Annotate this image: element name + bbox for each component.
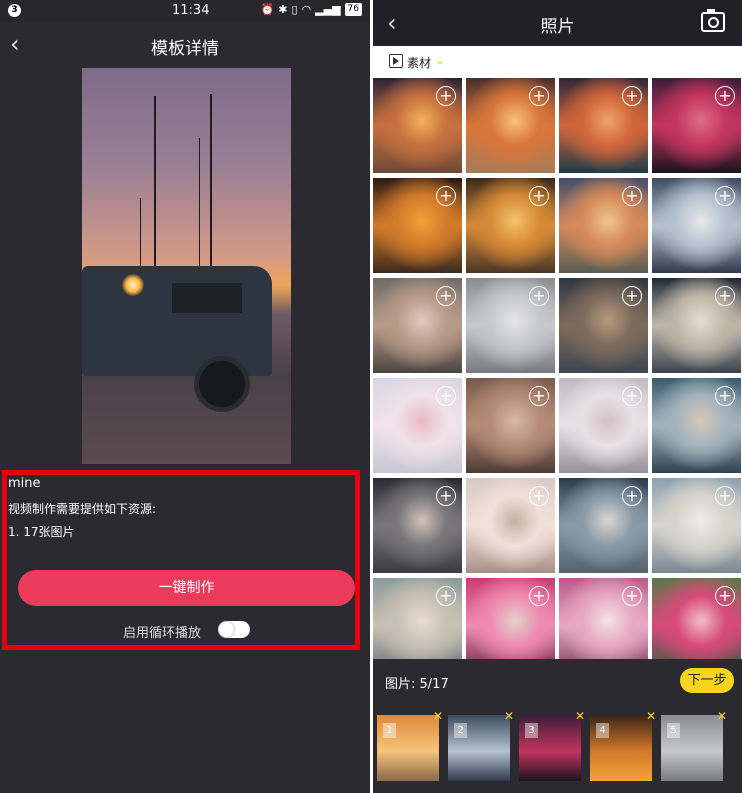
source-label: 素材: [407, 56, 432, 70]
photo-cell[interactable]: +: [466, 278, 555, 373]
photo-cell[interactable]: +: [373, 478, 462, 573]
thumbnail-index: 3: [525, 723, 538, 738]
add-photo-icon[interactable]: +: [622, 586, 642, 606]
remove-icon[interactable]: ✕: [433, 709, 443, 723]
status-bar: 3 11:34 ⏰ ✱ ▯ ◠ ▂▄▆ 76: [0, 0, 370, 22]
add-photo-icon[interactable]: +: [715, 186, 735, 206]
selected-thumbnail[interactable]: 3 ✕: [519, 709, 585, 781]
camera-icon[interactable]: [701, 9, 725, 32]
photo-cell[interactable]: +: [373, 278, 462, 373]
add-photo-icon[interactable]: +: [436, 286, 456, 306]
photo-cell[interactable]: +: [466, 378, 555, 473]
photo-cell[interactable]: +: [652, 278, 741, 373]
video-source-icon: [389, 54, 403, 68]
vibrate-icon: ▯: [291, 3, 298, 16]
add-photo-icon[interactable]: +: [715, 386, 735, 406]
wheel-shape: [194, 356, 250, 412]
alarm-icon: ⏰: [260, 3, 275, 16]
photo-cell[interactable]: +: [466, 478, 555, 573]
highlight-box: [2, 470, 360, 650]
thumbnail-index: 1: [383, 723, 396, 738]
thumbnail-index: 4: [596, 723, 609, 738]
add-photo-icon[interactable]: +: [529, 286, 549, 306]
thumbnail-index: 5: [667, 723, 680, 738]
photo-cell[interactable]: +: [559, 278, 648, 373]
add-photo-icon[interactable]: +: [622, 86, 642, 106]
photo-cell[interactable]: +: [652, 178, 741, 273]
add-photo-icon[interactable]: +: [622, 386, 642, 406]
photo-grid: + + + + + + + + + + + + + + + + + + + + + + + +: [373, 78, 742, 673]
photo-cell[interactable]: +: [466, 78, 555, 173]
add-photo-icon[interactable]: +: [622, 486, 642, 506]
signal-icon: ▂▄▆: [315, 3, 341, 16]
next-step-button[interactable]: 下一步: [680, 668, 734, 693]
bluetooth-icon: ✱: [278, 3, 288, 16]
photo-cell[interactable]: +: [652, 78, 741, 173]
page-title: 模板详情: [151, 39, 219, 59]
sun-shape: [122, 274, 144, 296]
selection-bar: 图片: 5/17 下一步 1 ✕ 2 ✕ 3 ✕ 4 ✕ 5 ✕: [373, 659, 742, 793]
notification-badge: 3: [8, 4, 21, 17]
photo-cell[interactable]: +: [373, 378, 462, 473]
selected-thumbnail[interactable]: 5 ✕: [661, 709, 727, 781]
status-time: 11:34: [172, 3, 210, 18]
selected-thumbnail[interactable]: 4 ✕: [590, 709, 656, 781]
status-icons: ⏰ ✱ ▯ ◠ ▂▄▆ 76: [261, 3, 362, 16]
add-photo-icon[interactable]: +: [436, 486, 456, 506]
remove-icon[interactable]: ✕: [717, 709, 727, 723]
remove-icon[interactable]: ✕: [504, 709, 514, 723]
battery-icon: 76: [344, 3, 362, 16]
remove-icon[interactable]: ✕: [646, 709, 656, 723]
add-photo-icon[interactable]: +: [529, 586, 549, 606]
add-photo-icon[interactable]: +: [529, 186, 549, 206]
photo-cell[interactable]: +: [559, 78, 648, 173]
remove-icon[interactable]: ✕: [575, 709, 585, 723]
selected-value: 5/17: [419, 677, 449, 692]
add-photo-icon[interactable]: +: [436, 586, 456, 606]
add-photo-icon[interactable]: +: [715, 486, 735, 506]
truck-window-shape: [172, 283, 242, 313]
add-photo-icon[interactable]: +: [529, 386, 549, 406]
add-photo-icon[interactable]: +: [529, 486, 549, 506]
add-photo-icon[interactable]: +: [622, 186, 642, 206]
photo-cell[interactable]: +: [466, 178, 555, 273]
template-detail-screen: 3 11:34 ⏰ ✱ ▯ ◠ ▂▄▆ 76 ‹ 模板详情 mine 视频制作需…: [0, 0, 370, 793]
photo-cell[interactable]: +: [652, 378, 741, 473]
add-photo-icon[interactable]: +: [622, 286, 642, 306]
source-selector[interactable]: 素材 ⌄: [373, 46, 742, 78]
photo-picker-screen: ‹ 照片 素材 ⌄ + + + + + + + + + + + + + + + + + + + + + + + + 图片: 5…: [373, 0, 742, 793]
photo-cell[interactable]: +: [559, 378, 648, 473]
add-photo-icon[interactable]: +: [436, 386, 456, 406]
photo-cell[interactable]: +: [652, 478, 741, 573]
header: ‹ 模板详情: [0, 22, 370, 68]
photo-cell[interactable]: +: [559, 478, 648, 573]
chevron-down-icon: ⌄: [435, 53, 446, 67]
selected-count: 图片: 5/17: [385, 673, 449, 692]
template-preview-image[interactable]: [82, 68, 291, 464]
selected-thumbnail[interactable]: 1 ✕: [377, 709, 443, 781]
photo-cell[interactable]: +: [559, 178, 648, 273]
photo-cell[interactable]: +: [373, 78, 462, 173]
selected-thumbnail[interactable]: 2 ✕: [448, 709, 514, 781]
add-photo-icon[interactable]: +: [715, 86, 735, 106]
add-photo-icon[interactable]: +: [529, 86, 549, 106]
selected-label: 图片:: [385, 677, 416, 692]
add-photo-icon[interactable]: +: [436, 186, 456, 206]
add-photo-icon[interactable]: +: [715, 286, 735, 306]
page-title: 照片: [540, 17, 575, 37]
add-photo-icon[interactable]: +: [715, 586, 735, 606]
thumbnail-index: 2: [454, 723, 467, 738]
photo-cell[interactable]: +: [373, 178, 462, 273]
wifi-icon: ◠: [301, 3, 312, 16]
header: ‹ 照片: [373, 0, 742, 46]
add-photo-icon[interactable]: +: [436, 86, 456, 106]
